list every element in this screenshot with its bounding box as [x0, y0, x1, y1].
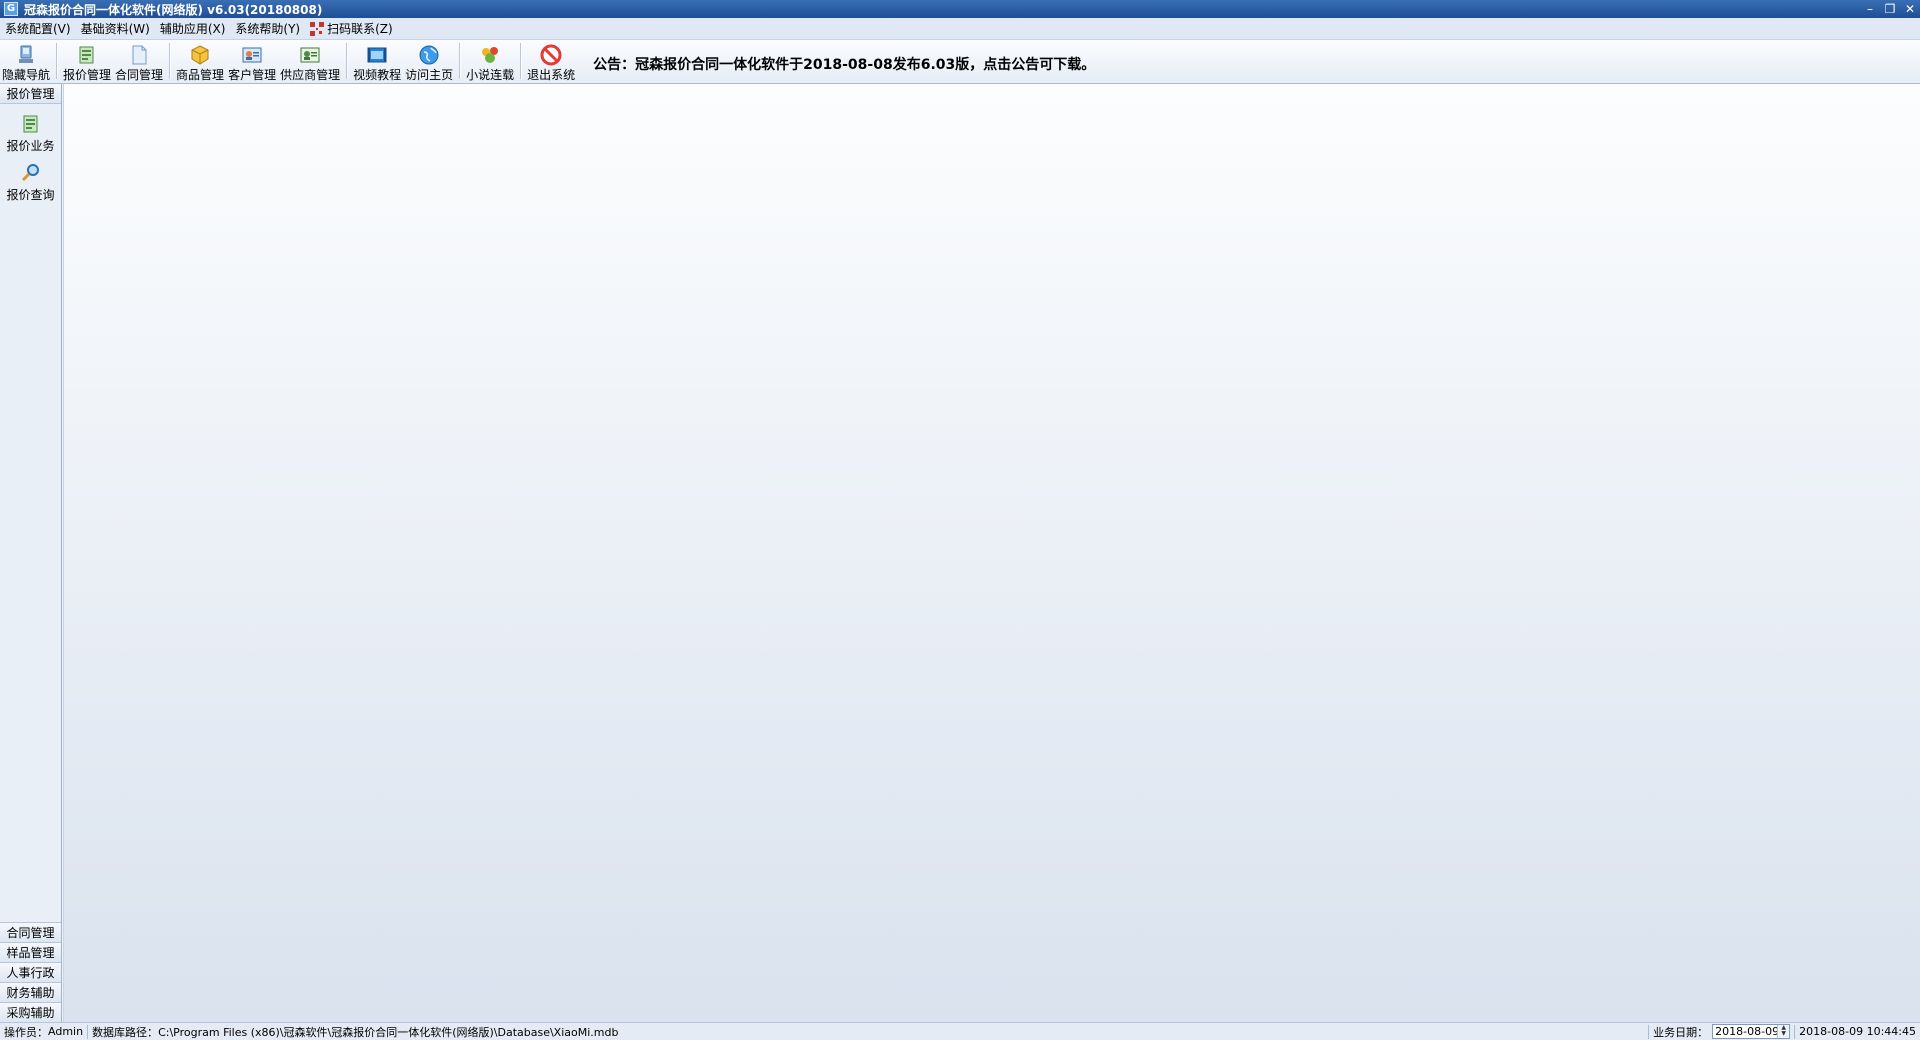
supplier-manage-label: 供应商管理: [280, 68, 341, 82]
database-path-segment: 数据库路径： C:\Program Files (x86)\冠森软件\冠森报价合…: [88, 1023, 622, 1040]
toolbar-separator: [459, 43, 461, 79]
visit-homepage-button[interactable]: 访问主页: [403, 39, 455, 83]
quote-manage-button[interactable]: 报价管理: [61, 39, 113, 83]
nav-group-hr-admin[interactable]: 人事行政: [0, 962, 61, 982]
contract-icon: [127, 43, 151, 67]
goods-icon: [188, 43, 212, 67]
exit-system-label: 退出系统: [527, 68, 576, 82]
hide-nav-icon: [14, 43, 38, 67]
video-icon: [365, 43, 389, 67]
nav-group-sample[interactable]: 样品管理: [0, 942, 61, 962]
supplier-manage-button[interactable]: 供应商管理: [278, 39, 342, 83]
announcement-link[interactable]: 公告：冠森报价合同一体化软件于2018-08-08发布6.03版，点击公告可下载…: [593, 54, 1095, 74]
exit-icon: [539, 43, 563, 67]
operator-value: Admin: [48, 1025, 84, 1038]
business-date-value: 2018-08-09: [1715, 1025, 1780, 1038]
close-button[interactable]: ✕: [1900, 0, 1920, 18]
goods-manage-label: 商品管理: [176, 68, 225, 82]
nav-item-quote-search-label: 报价查询: [6, 188, 55, 202]
toolbar: 隐藏导航 报价管理 合同管理 商品管理 客户管理 供应商管理 视频教程 访问主页…: [0, 40, 1920, 84]
visit-homepage-label: 访问主页: [405, 68, 454, 82]
menu-system-help[interactable]: 系统帮助(Y): [230, 18, 305, 40]
menu-scan-contact-label: 扫码联系(Z): [327, 21, 393, 36]
window-title: 冠森报价合同一体化软件(网络版) v6.03(20180808): [24, 2, 323, 17]
business-date-label: 业务日期：: [1653, 1025, 1709, 1039]
status-bar: 操作员： Admin 数据库路径： C:\Program Files (x86)…: [0, 1022, 1920, 1040]
globe-icon: [417, 43, 441, 67]
contract-manage-label: 合同管理: [115, 68, 164, 82]
nav-group-purchase[interactable]: 采购辅助: [0, 1002, 61, 1022]
left-navigation: 报价管理 报价业务 报价查询 合同管理 样品管理 人事行政 财务辅助 采购辅助: [0, 84, 62, 1022]
nav-item-quote-business-label: 报价业务: [6, 139, 55, 153]
nav-group-contract[interactable]: 合同管理: [0, 922, 61, 942]
quote-icon: [75, 43, 99, 67]
contract-manage-button[interactable]: 合同管理: [113, 39, 165, 83]
customer-manage-label: 客户管理: [228, 68, 277, 82]
nav-item-quote-search[interactable]: 报价查询: [0, 161, 61, 202]
operator-segment: 操作员： Admin: [0, 1023, 87, 1040]
business-date-picker[interactable]: 2018-08-09 ▲ ▼: [1712, 1024, 1791, 1039]
customer-manage-button[interactable]: 客户管理: [226, 39, 278, 83]
current-datetime: 2018-08-09 10:44:45: [1799, 1025, 1916, 1038]
novel-serial-button[interactable]: 小说连载: [464, 39, 516, 83]
menu-system-config[interactable]: 系统配置(V): [0, 18, 76, 40]
quote-business-icon: [19, 112, 43, 136]
database-path-value: C:\Program Files (x86)\冠森软件\冠森报价合同一体化软件(…: [158, 1025, 619, 1039]
nav-group-list: 合同管理 样品管理 人事行政 财务辅助 采购辅助: [0, 922, 61, 1022]
toolbar-separator: [346, 43, 348, 79]
video-tutorial-label: 视频教程: [353, 68, 402, 82]
quote-search-icon: [19, 161, 43, 185]
hide-nav-label: 隐藏导航: [2, 68, 51, 82]
restore-button[interactable]: ❐: [1880, 0, 1900, 18]
exit-system-button[interactable]: 退出系统: [525, 39, 577, 83]
title-bar: G 冠森报价合同一体化软件(网络版) v6.03(20180808) – ❐ ✕: [0, 0, 1920, 18]
quote-manage-label: 报价管理: [63, 68, 112, 82]
menu-scan-contact[interactable]: 扫码联系(Z): [305, 18, 398, 40]
goods-manage-button[interactable]: 商品管理: [174, 39, 226, 83]
qr-code-icon: [310, 21, 325, 36]
nav-group-finance[interactable]: 财务辅助: [0, 982, 61, 1002]
novel-serial-label: 小说连载: [466, 68, 515, 82]
database-path-label: 数据库路径：: [92, 1025, 159, 1039]
minimize-button[interactable]: –: [1860, 0, 1880, 18]
hide-nav-button[interactable]: 隐藏导航: [0, 39, 52, 83]
menu-aux-apps[interactable]: 辅助应用(X): [155, 18, 231, 40]
novel-icon: [478, 43, 502, 67]
status-right: 业务日期： 2018-08-09 ▲ ▼ 2018-08-09 10:44:45: [1648, 1023, 1920, 1040]
video-tutorial-button[interactable]: 视频教程: [351, 39, 403, 83]
app-logo-icon: G: [4, 2, 18, 16]
nav-item-quote-business[interactable]: 报价业务: [0, 112, 61, 153]
supplier-icon: [298, 43, 322, 67]
date-spinner-icon[interactable]: ▲ ▼: [1777, 1025, 1790, 1038]
customer-icon: [240, 43, 264, 67]
window-controls: – ❐ ✕: [1860, 0, 1920, 18]
operator-label: 操作员：: [4, 1025, 48, 1039]
nav-header-quote[interactable]: 报价管理: [0, 84, 61, 104]
menu-bar: 系统配置(V) 基础资料(W) 辅助应用(X) 系统帮助(Y) 扫码联系(Z): [0, 18, 1920, 40]
menu-basic-data[interactable]: 基础资料(W): [76, 18, 155, 40]
toolbar-separator: [169, 43, 171, 79]
toolbar-separator: [520, 43, 522, 79]
toolbar-separator: [56, 43, 58, 79]
main-workspace: [63, 84, 1920, 1022]
